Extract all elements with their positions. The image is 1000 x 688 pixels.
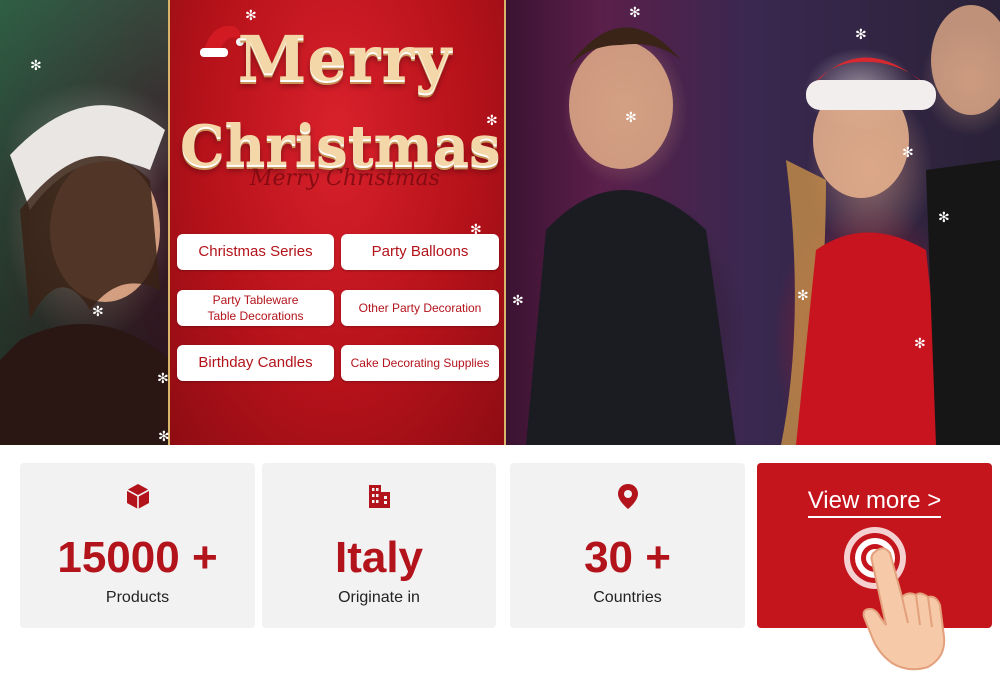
stat-card-countries: 30 + Countries [510, 463, 745, 628]
stat-value: 30 + [584, 533, 671, 582]
stat-card-products: 15000 + Products [20, 463, 255, 628]
stat-card-origin: Italy Originate in [262, 463, 496, 628]
category-party-tableware[interactable]: Party Tableware Table Decorations [177, 290, 334, 326]
party-photo-right [526, 5, 1000, 445]
snowflake-icon: ✻ [486, 112, 498, 128]
stat-label: Products [105, 589, 170, 606]
snowflake-icon: ✻ [914, 335, 926, 351]
snowflake-icon: ✻ [797, 287, 809, 303]
category-birthday-candles[interactable]: Birthday Candles [177, 345, 334, 381]
snowflake-icon: ✻ [629, 4, 641, 20]
snowflake-icon: ✻ [470, 221, 482, 237]
snowflake-icon: ✻ [30, 57, 42, 73]
party-photo-left-figure [0, 105, 170, 445]
snowflake-icon: ✻ [855, 26, 867, 42]
stat-label: Countries [593, 589, 662, 606]
snowflake-icon: ✻ [157, 370, 169, 386]
snowflake-icon: ✻ [938, 209, 950, 225]
title-script: Merry Christmas [250, 166, 440, 191]
snowflake-icon: ✻ [902, 144, 914, 160]
building-icon [369, 485, 390, 508]
snowflake-icon: ✻ [625, 109, 637, 125]
view-more-text[interactable]: View more > [807, 487, 942, 518]
snowflake-icon: ✻ [92, 303, 104, 319]
snowflake-icon: ✻ [512, 292, 524, 308]
snowflake-icon: ✻ [158, 428, 170, 444]
stat-label: Originate in [338, 589, 420, 606]
snowflake-icon: ✻ [245, 7, 257, 23]
category-other-party-decoration[interactable]: Other Party Decoration [341, 290, 499, 326]
location-pin-icon [617, 484, 638, 509]
title-merry: Merry [237, 22, 453, 95]
category-party-balloons[interactable]: Party Balloons [341, 234, 499, 270]
box-icon [126, 484, 149, 509]
stat-value: Italy [334, 533, 424, 582]
category-christmas-series[interactable]: Christmas Series [177, 234, 334, 270]
category-cake-decorating-supplies[interactable]: Cake Decorating Supplies [341, 345, 499, 381]
hero-banner: Merry Christmas Merry Christmas Christma… [0, 0, 1000, 445]
pointing-hand-icon [862, 547, 946, 671]
view-more-label[interactable]: View more > [757, 487, 992, 518]
stat-value: 15000 + [57, 533, 218, 582]
